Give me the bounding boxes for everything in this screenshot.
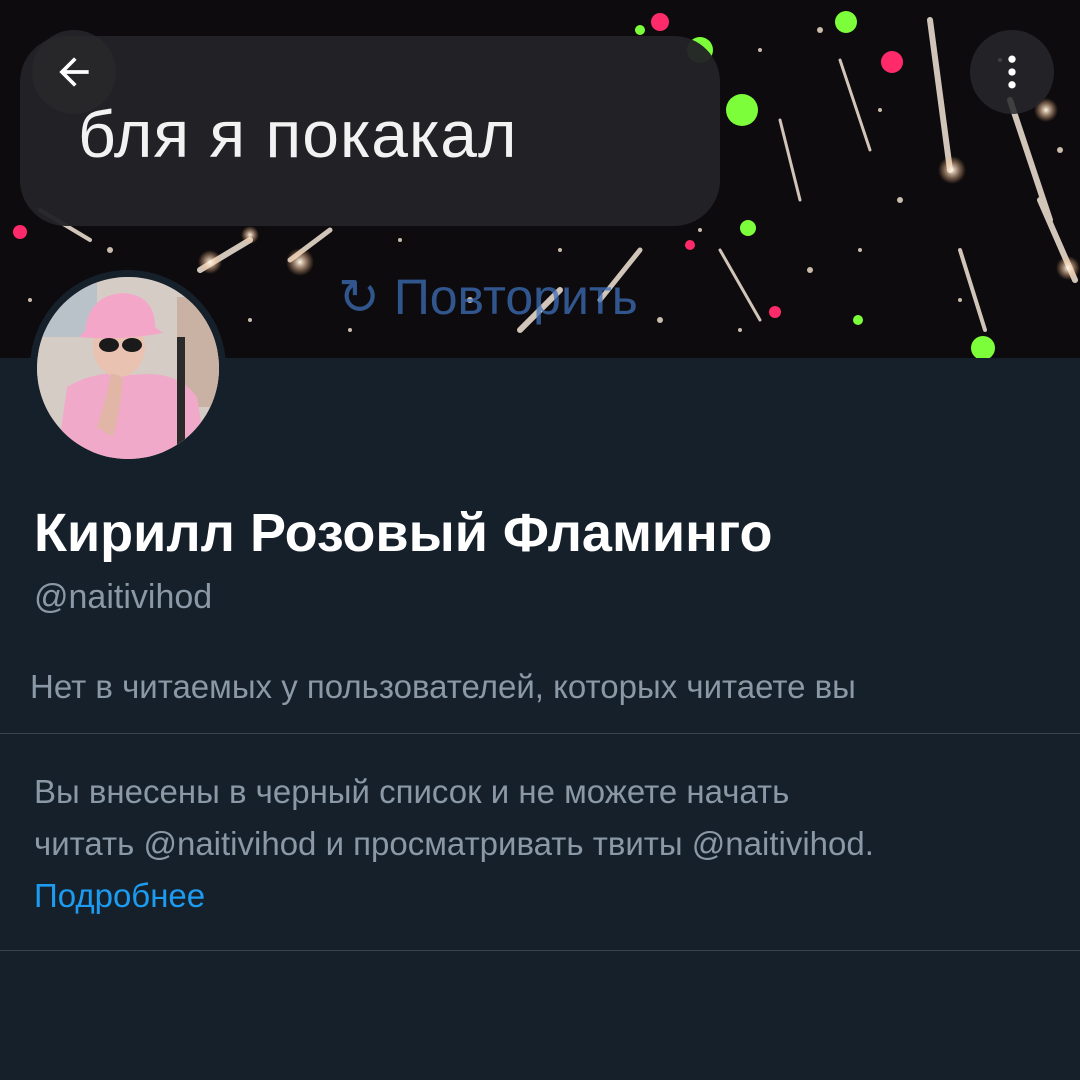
profile-handle: @naitivihod — [34, 578, 213, 616]
blocked-text-line-2: читать @naitivihod и просматривать твиты… — [34, 825, 874, 862]
avatar-photo — [37, 277, 219, 459]
avatar[interactable] — [30, 270, 226, 466]
divider — [0, 733, 1080, 734]
more-options-button[interactable] — [970, 30, 1054, 114]
more-vertical-icon — [1008, 55, 1016, 89]
divider — [0, 950, 1080, 951]
retry-icon: ↻ — [338, 269, 380, 325]
message-text: бля я покакал — [78, 97, 518, 171]
back-button[interactable] — [32, 30, 116, 114]
profile-display-name: Кирилл Розовый Фламинго — [34, 503, 773, 563]
followed-by-note: Нет в читаемых у пользователей, которых … — [30, 668, 856, 705]
learn-more-link[interactable]: Подробнее — [34, 870, 205, 922]
blocked-text-line-1: Вы внесены в черный список и не можете н… — [34, 773, 790, 810]
retry-label: ↻ Повторить — [338, 268, 638, 326]
retry-text: Повторить — [393, 269, 638, 325]
arrow-left-icon — [59, 57, 89, 87]
blocked-notice: Вы внесены в черный список и не можете н… — [34, 766, 1044, 922]
avatar-image — [37, 277, 219, 459]
